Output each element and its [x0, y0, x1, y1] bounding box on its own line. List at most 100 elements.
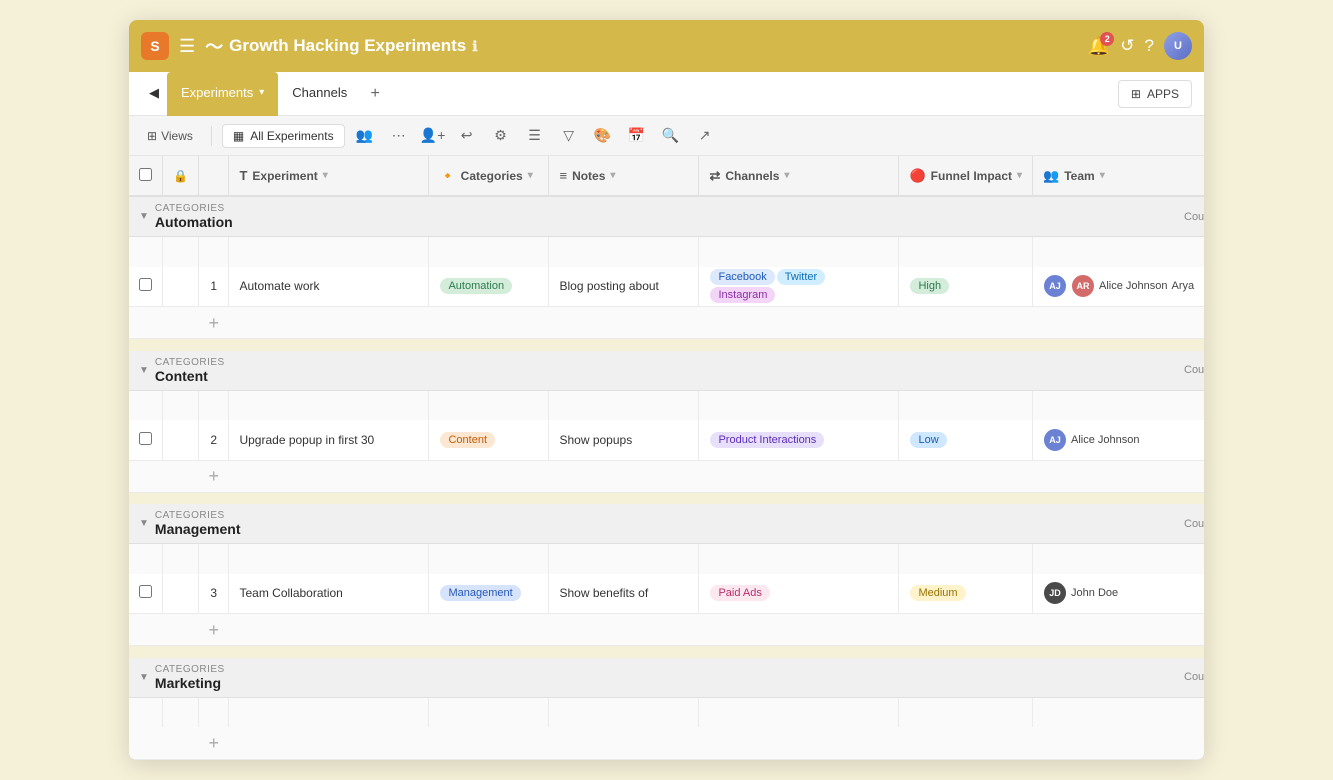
team-cell[interactable]: JDJohn Doe	[1033, 574, 1204, 614]
more-options-button[interactable]: ⋯	[385, 122, 413, 150]
experiment-col-header[interactable]: T Experiment ▾	[229, 156, 429, 196]
row-checkbox[interactable]	[139, 585, 152, 598]
app-logo: S	[141, 32, 169, 60]
checkbox-header[interactable]	[129, 156, 163, 196]
category-cell[interactable]: Automation	[429, 267, 549, 307]
channel-tag[interactable]: Paid Ads	[710, 585, 769, 601]
color-button[interactable]: 🎨	[589, 122, 617, 150]
category-tag[interactable]: Management	[440, 585, 520, 601]
add-row[interactable]: +	[129, 727, 1204, 759]
channels-cell[interactable]: Product Interactions	[699, 420, 899, 460]
team-avatar: AR	[1071, 274, 1095, 298]
table-row[interactable]: 1 Automate work Automation Blog posting …	[129, 267, 1204, 307]
group-chevron-icon[interactable]: ▼	[139, 672, 149, 683]
sort-icon[interactable]: ▾	[1100, 170, 1105, 181]
sort-icon[interactable]: ▾	[528, 170, 533, 181]
invite-button[interactable]: 👤+	[419, 122, 447, 150]
row-checkbox-cell[interactable]	[129, 574, 163, 614]
undo-button[interactable]: ↩	[453, 122, 481, 150]
funnel-col-header[interactable]: 🔴 Funnel Impact ▾	[899, 156, 1033, 196]
notes-cell[interactable]: Blog posting about	[549, 267, 699, 307]
experiment-cell[interactable]: Automate work	[229, 267, 429, 307]
add-row-button[interactable]: +	[198, 460, 229, 492]
sort-icon[interactable]: ▾	[323, 170, 328, 181]
text-icon: T	[239, 168, 247, 183]
category-tag[interactable]: Automation	[440, 278, 512, 294]
category-cell[interactable]: Management	[429, 574, 549, 614]
apps-button[interactable]: ⊞ APPS	[1118, 80, 1192, 108]
channels-cell[interactable]: Paid Ads	[699, 574, 899, 614]
category-tag[interactable]: Content	[440, 432, 495, 448]
channel-tag[interactable]: Instagram	[710, 287, 775, 303]
group-row: ▼ CATEGORIES Automation Count 1	[129, 196, 1204, 237]
table-row[interactable]: 2 Upgrade popup in first 30 Content Show…	[129, 420, 1204, 460]
add-row-button[interactable]: +	[198, 727, 229, 759]
notes-cell[interactable]: Show benefits of	[549, 574, 699, 614]
sort-icon[interactable]: ▾	[1017, 170, 1022, 181]
settings-button[interactable]: ⚙	[487, 122, 515, 150]
add-tab-button[interactable]: +	[361, 80, 389, 108]
channels-cell[interactable]: FacebookTwitterInstagram	[699, 267, 899, 307]
rows-button[interactable]: ☰	[521, 122, 549, 150]
user-avatar[interactable]: U	[1164, 32, 1192, 60]
add-row-button[interactable]: +	[198, 307, 229, 339]
team-col-header[interactable]: 👥 Team ▾	[1033, 156, 1204, 196]
channel-tag[interactable]: Product Interactions	[710, 432, 824, 448]
notification-badge: 2	[1100, 32, 1114, 46]
notification-button[interactable]: 🔔 2	[1088, 36, 1110, 57]
experiment-cell[interactable]: Upgrade popup in first 30	[229, 420, 429, 460]
info-icon[interactable]: ℹ	[472, 38, 477, 55]
funnel-tag[interactable]: High	[910, 278, 949, 294]
notes-col-header[interactable]: ≡ Notes ▾	[549, 156, 699, 196]
funnel-tag[interactable]: Low	[910, 432, 946, 448]
tab-experiments[interactable]: Experiments ▾	[167, 72, 278, 116]
categories-col-header[interactable]: 🔸 Categories ▾	[429, 156, 549, 196]
channel-tag[interactable]: Twitter	[777, 269, 825, 285]
row-checkbox[interactable]	[139, 432, 152, 445]
table-row[interactable]: 3 Team Collaboration Management Show ben…	[129, 574, 1204, 614]
add-row-button[interactable]: +	[198, 614, 229, 646]
history-icon[interactable]: ↺	[1120, 36, 1134, 56]
add-row[interactable]: +	[129, 307, 1204, 339]
team-member-name: Alice Johnson	[1099, 280, 1168, 292]
experiment-cell[interactable]: Team Collaboration	[229, 574, 429, 614]
calendar-button[interactable]: 📅	[623, 122, 651, 150]
notes-cell[interactable]: Show popups	[549, 420, 699, 460]
hamburger-icon[interactable]: ☰	[179, 36, 195, 57]
select-all-checkbox[interactable]	[139, 168, 152, 181]
group-chevron-icon[interactable]: ▼	[139, 365, 149, 376]
views-button[interactable]: ⊞ Views	[139, 125, 201, 147]
tab-channels[interactable]: Channels	[278, 72, 361, 116]
group-row: ▼ CATEGORIES Marketing Count 2	[129, 658, 1204, 698]
funnel-tag[interactable]: Medium	[910, 585, 965, 601]
add-row[interactable]: +	[129, 460, 1204, 492]
people-filter-button[interactable]: 👥	[351, 122, 379, 150]
funnel-cell[interactable]: High	[899, 267, 1033, 307]
funnel-cell[interactable]: Medium	[899, 574, 1033, 614]
all-experiments-button[interactable]: ▦ All Experiments	[222, 124, 345, 148]
collapse-sidebar-button[interactable]: ◀	[141, 72, 167, 116]
team-cell[interactable]: AJAlice Johnson	[1033, 420, 1204, 460]
pulse-icon: 〜	[205, 33, 223, 59]
filter-button[interactable]: ▽	[555, 122, 583, 150]
channels-col-header[interactable]: ⇄ Channels ▾	[699, 156, 899, 196]
channel-tag[interactable]: Facebook	[710, 269, 774, 285]
team-cell[interactable]: AJARAlice JohnsonArya	[1033, 267, 1204, 307]
group-chevron-icon[interactable]: ▼	[139, 518, 149, 529]
row-checkbox[interactable]	[139, 278, 152, 291]
app-window: S ☰ 〜 Growth Hacking Experiments ℹ 🔔 2 ↺…	[129, 20, 1204, 760]
export-button[interactable]: ↗	[691, 122, 719, 150]
add-row[interactable]: +	[129, 614, 1204, 646]
sort-icon[interactable]: ▾	[784, 170, 789, 181]
row-checkbox-cell[interactable]	[129, 267, 163, 307]
table-header: 🔒 T Experiment ▾ 🔸 Categories ▾	[129, 156, 1204, 196]
row-checkbox-cell[interactable]	[129, 420, 163, 460]
help-icon[interactable]: ?	[1145, 36, 1154, 56]
empty-header-row	[129, 544, 1204, 574]
search-button[interactable]: 🔍	[657, 122, 685, 150]
group-chevron-icon[interactable]: ▼	[139, 211, 149, 222]
funnel-cell[interactable]: Low	[899, 420, 1033, 460]
category-cell[interactable]: Content	[429, 420, 549, 460]
sort-icon[interactable]: ▾	[610, 170, 615, 181]
header-actions: 🔔 2 ↺ ? U	[1088, 32, 1192, 60]
